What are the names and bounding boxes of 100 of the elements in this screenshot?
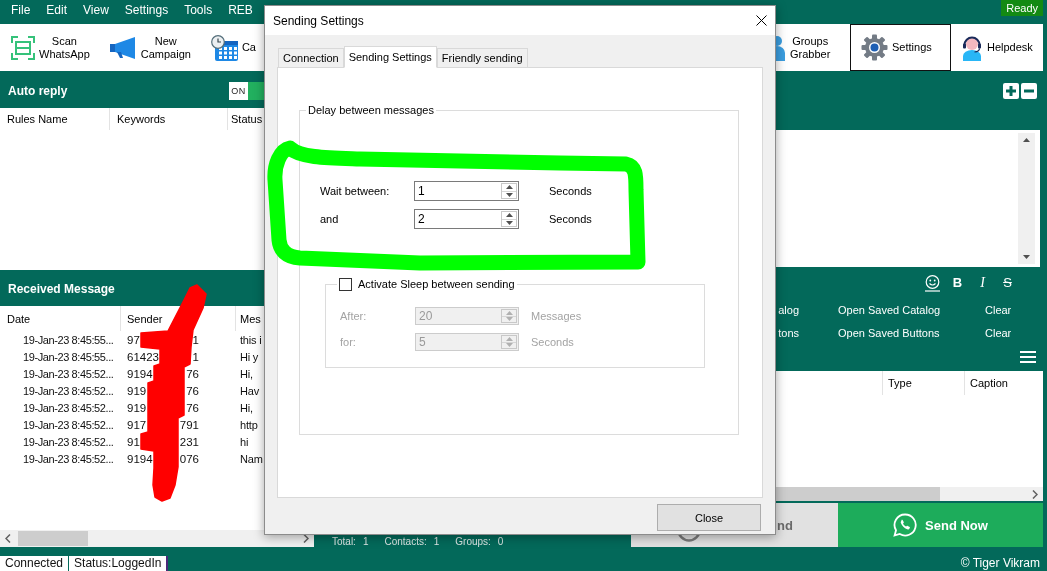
unit-label: Seconds xyxy=(531,336,574,348)
menu-icon[interactable] xyxy=(1020,351,1036,363)
auto-reply-toggle[interactable]: ON xyxy=(229,81,265,100)
message-text: Hav xyxy=(240,384,259,397)
caret-up-icon[interactable] xyxy=(1023,138,1030,142)
sender-number-text: 919 xyxy=(127,401,147,414)
message-text: this i xyxy=(240,333,262,346)
copyright-text: © Tiger Vikram xyxy=(960,556,1041,571)
calendar-clock-icon xyxy=(210,34,238,61)
option-link[interactable]: tons xyxy=(778,326,799,339)
caret-up-icon[interactable] xyxy=(505,213,513,218)
message-text: Hi, xyxy=(240,401,253,414)
number-field[interactable]: 1 xyxy=(414,181,519,201)
message-text: http xyxy=(240,418,258,431)
scan-frame-icon xyxy=(11,35,35,60)
format-button[interactable]: S xyxy=(995,275,1020,291)
field-label: After: xyxy=(340,310,367,322)
menu-item[interactable]: Settings xyxy=(116,0,177,20)
headset-person-icon xyxy=(961,34,983,61)
count-label: Contacts: xyxy=(384,536,427,547)
sleep-checkbox[interactable] xyxy=(339,277,352,291)
vertical-scrollbar[interactable] xyxy=(1018,133,1035,264)
column-header[interactable]: Rules Name xyxy=(0,108,110,130)
sender-number-text: 76 xyxy=(186,401,199,414)
status-text: Connected xyxy=(0,556,69,571)
phone-bubble-icon xyxy=(893,513,918,537)
column-header[interactable]: Mes xyxy=(236,306,264,331)
unit-label: Seconds xyxy=(549,213,592,225)
column-header[interactable]: Type xyxy=(882,371,964,395)
column-header[interactable]: Date xyxy=(0,306,121,331)
close-icon[interactable] xyxy=(756,15,767,26)
date-text: 19-Jan-23 8:45:52... xyxy=(23,384,114,397)
sender-number-text: 919 xyxy=(127,384,147,397)
caret-up-icon[interactable] xyxy=(505,185,513,190)
format-button[interactable]: I xyxy=(970,275,995,291)
chevron-right-icon[interactable] xyxy=(303,534,309,543)
option-link[interactable]: alog xyxy=(778,303,799,316)
clear-link[interactable]: Clear xyxy=(985,303,1012,316)
panel-title: Auto reply xyxy=(8,83,68,98)
message-text: Hi, xyxy=(240,367,253,380)
sender-number-text: 76 xyxy=(186,367,199,380)
count-value: 1 xyxy=(362,536,369,547)
sender-number-text: 9194 xyxy=(127,452,153,465)
date-text: 19-Jan-23 8:45:52... xyxy=(23,401,114,414)
caret-down-icon[interactable] xyxy=(505,220,513,225)
message-text: Hi y xyxy=(240,350,259,363)
menu-item[interactable]: REB xyxy=(220,0,261,20)
tab[interactable]: Sending Settings xyxy=(343,46,437,68)
sender-number-text: 76 xyxy=(186,384,199,397)
scrollbar-thumb[interactable] xyxy=(18,531,88,546)
sender-number-text: 076 xyxy=(179,452,199,465)
clear-link[interactable]: Clear xyxy=(985,326,1012,339)
status-badge: Ready xyxy=(1001,0,1043,16)
sender-number-text: 917 xyxy=(127,418,147,431)
chevron-left-icon[interactable] xyxy=(5,534,11,543)
minus-icon[interactable] xyxy=(1021,82,1037,99)
field-label: and xyxy=(320,213,339,225)
menu-item[interactable]: Edit xyxy=(38,0,76,20)
tab[interactable]: Connection xyxy=(278,48,344,67)
open-saved-link[interactable]: Open Saved Catalog xyxy=(838,303,941,316)
caret-down-icon[interactable] xyxy=(505,192,513,197)
date-text: 19-Jan-23 8:45:52... xyxy=(23,435,114,448)
sender-number-text: 61423 xyxy=(127,350,159,363)
sender-number-text: 1 xyxy=(192,333,199,346)
group-title: Delay between messages xyxy=(308,103,434,117)
plus-icon[interactable] xyxy=(1003,82,1019,99)
horizontal-scrollbar[interactable] xyxy=(0,530,314,547)
count-label: Groups: xyxy=(455,536,491,547)
number-field: 20 xyxy=(415,307,519,325)
megaphone-icon xyxy=(109,36,137,59)
dialog-title: Sending Settings xyxy=(273,13,364,28)
date-text: 19-Jan-23 8:45:52... xyxy=(23,418,114,431)
close-button[interactable]: Close xyxy=(657,504,761,531)
checkbox-label: Activate Sleep between sending xyxy=(358,277,515,291)
column-header[interactable]: Status xyxy=(228,108,262,130)
column-header[interactable]: Keywords xyxy=(110,108,228,130)
menu-item[interactable]: View xyxy=(75,0,117,20)
open-saved-link[interactable]: Open Saved Buttons xyxy=(838,326,940,339)
sender-number-text: 91 xyxy=(127,435,140,448)
caret-down-icon[interactable] xyxy=(1023,255,1030,259)
sender-number-text: 9194 xyxy=(127,367,153,380)
count-value: 1 xyxy=(433,536,440,547)
count-value: 0 xyxy=(497,536,504,547)
status-text: Status:LoggedIn xyxy=(69,556,169,571)
smiley-icon[interactable] xyxy=(925,274,940,292)
column-header[interactable]: Caption xyxy=(964,371,1043,395)
toolbar-button[interactable]: Settings xyxy=(850,24,951,71)
menu-item[interactable]: Tools xyxy=(176,0,221,20)
number-field[interactable]: 2 xyxy=(414,209,519,229)
panel-title: Received Message xyxy=(8,282,115,296)
chevron-right-icon[interactable] xyxy=(1032,489,1038,499)
tab[interactable]: Friendly sending xyxy=(436,48,528,67)
field-label: for: xyxy=(340,336,356,348)
menu-item[interactable]: File xyxy=(3,0,39,20)
message-text: hi xyxy=(240,435,249,448)
message-text: Nam xyxy=(240,452,263,465)
number-field: 5 xyxy=(415,333,519,351)
format-button[interactable]: B xyxy=(945,275,970,291)
unit-label: Messages xyxy=(531,310,582,322)
sender-number-text: 1 xyxy=(192,350,199,363)
